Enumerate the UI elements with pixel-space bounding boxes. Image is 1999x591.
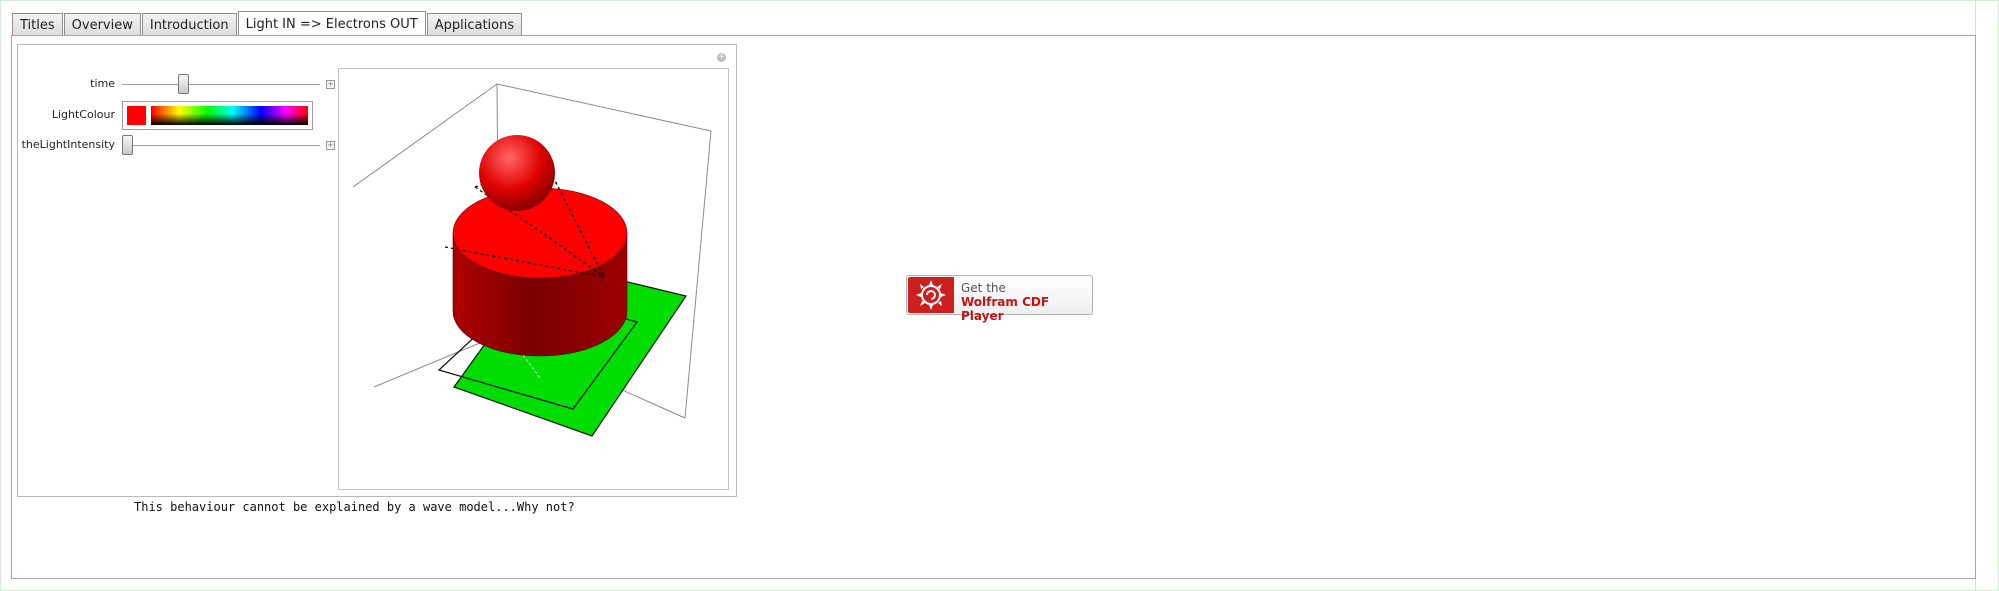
3d-scene bbox=[352, 83, 712, 437]
intensity-slider-thumb[interactable] bbox=[122, 135, 133, 155]
light-source-sphere bbox=[479, 135, 555, 211]
time-slider-track[interactable] bbox=[122, 84, 320, 85]
colour-swatch[interactable] bbox=[127, 106, 146, 125]
cdf-button-line2: Wolfram CDF Player bbox=[961, 295, 1050, 323]
get-cdf-player-button[interactable]: Get the Wolfram CDF Player bbox=[906, 275, 1093, 323]
tab-introduction[interactable]: Introduction bbox=[141, 13, 237, 37]
tab-applications[interactable]: Applications bbox=[426, 13, 523, 37]
time-expand-plus-icon[interactable]: + bbox=[326, 80, 335, 89]
intensity-slider-track[interactable] bbox=[122, 145, 320, 146]
light-colour-picker[interactable] bbox=[122, 101, 313, 130]
tab-bar: Titles Overview Introduction Light IN =>… bbox=[12, 11, 523, 37]
tab-titles[interactable]: Titles bbox=[12, 13, 63, 37]
tab-light-in-electrons-out[interactable]: Light IN => Electrons OUT bbox=[237, 11, 426, 37]
caption-text: This behaviour cannot be explained by a … bbox=[134, 500, 575, 514]
time-slider-thumb[interactable] bbox=[178, 74, 189, 94]
options-plus-icon[interactable]: + bbox=[717, 53, 726, 62]
time-label: time bbox=[90, 77, 115, 90]
wolfram-spikey-icon bbox=[908, 277, 954, 313]
intensity-expand-plus-icon[interactable]: + bbox=[326, 141, 335, 150]
cdf-button-line1: Get the bbox=[961, 281, 1006, 295]
light-intensity-label: theLightIntensity bbox=[21, 138, 115, 151]
tab-overview[interactable]: Overview bbox=[63, 13, 141, 37]
colour-spectrum[interactable] bbox=[151, 106, 308, 125]
3d-graphic-frame[interactable] bbox=[338, 68, 729, 490]
light-colour-label: LightColour bbox=[51, 108, 115, 121]
